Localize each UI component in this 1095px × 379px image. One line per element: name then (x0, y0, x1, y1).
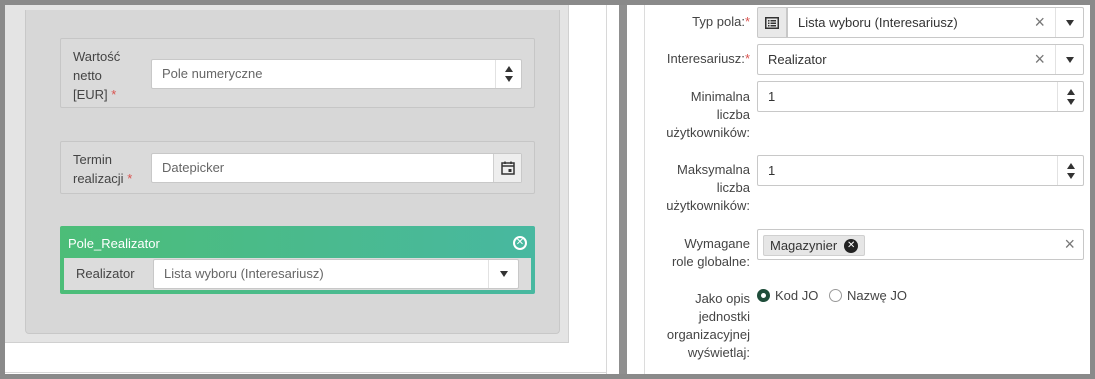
spinner-up-icon[interactable] (1066, 88, 1075, 95)
calendar-icon (500, 161, 515, 175)
radio-checked-icon[interactable] (757, 289, 770, 302)
stakeholder-select[interactable]: Realizator × (757, 44, 1084, 75)
realizator-card-body: Realizator Lista wyboru (Interesariusz) (64, 258, 531, 290)
chevron-down-icon (1065, 56, 1074, 63)
radio-nazwe-jo-label: Nazwę JO (847, 288, 907, 303)
role-tag: Magazynier ✕ (763, 235, 866, 256)
number-spinner[interactable] (1057, 156, 1083, 185)
realizator-card-title: Pole_Realizator (68, 236, 160, 251)
field-type-label: Typ pola:* (692, 14, 750, 29)
chevron-down-icon (499, 271, 508, 277)
radio-unchecked-icon[interactable] (829, 289, 842, 302)
role-tag-label: Magazynier (770, 238, 838, 253)
number-spinner[interactable] (495, 60, 521, 88)
remove-tag-icon[interactable]: ✕ (844, 238, 859, 253)
net-value-field-box: Wartość netto [EUR] * Pole numeryczne (60, 38, 535, 108)
field-type-icon-button[interactable] (757, 7, 787, 38)
radio-kod-jo[interactable]: Kod JO (757, 288, 818, 303)
spinner-down-icon[interactable] (1066, 172, 1075, 179)
stakeholder-value: Realizator (768, 52, 827, 67)
list-icon (765, 16, 779, 29)
net-value-label: Wartość netto [EUR] * (73, 49, 121, 102)
spinner-up-icon[interactable] (504, 66, 513, 72)
field-type-dropdown-toggle[interactable] (1055, 8, 1083, 37)
clear-icon[interactable]: × (1034, 8, 1045, 37)
deadline-label: Termin realizacji * (73, 152, 133, 186)
spinner-down-icon[interactable] (504, 76, 513, 82)
spinner-down-icon[interactable] (1066, 98, 1075, 105)
realizator-field-card[interactable]: Pole_Realizator ✕ Realizator Lista wybor… (60, 226, 535, 294)
realizator-select[interactable]: Lista wyboru (Interesariusz) (153, 259, 519, 289)
spinner-up-icon[interactable] (1066, 162, 1075, 169)
divider-vertical (606, 5, 607, 374)
stakeholder-dropdown-toggle[interactable] (1055, 45, 1083, 74)
max-users-label: Maksymalna liczba użytkowników: (666, 162, 750, 213)
min-users-value: 1 (768, 89, 776, 104)
min-users-input[interactable]: 1 (757, 81, 1084, 112)
chevron-down-icon (1065, 19, 1074, 26)
net-value-placeholder: Pole numeryczne (162, 66, 263, 81)
global-roles-label: Wymagane role globalne: (671, 236, 750, 269)
realizator-label: Realizator (76, 266, 135, 281)
org-unit-desc-label: Jako opis jednostki organizacyjnej wyświ… (666, 291, 750, 360)
global-roles-multiselect[interactable]: Magazynier ✕ × (757, 229, 1084, 260)
remove-field-icon[interactable]: ✕ (513, 236, 527, 250)
net-value-input[interactable]: Pole numeryczne (151, 59, 522, 89)
realizator-select-value: Lista wyboru (Interesariusz) (164, 266, 324, 281)
radio-kod-jo-label: Kod JO (775, 288, 819, 303)
min-users-label: Minimalna liczba użytkowników: (666, 89, 750, 140)
max-users-value: 1 (768, 163, 776, 178)
deadline-field-box: Termin realizacji * Datepicker (60, 141, 535, 194)
deadline-input[interactable]: Datepicker (151, 153, 522, 183)
field-type-value: Lista wyboru (Interesariusz) (798, 15, 958, 30)
divider-bottom (5, 372, 606, 373)
field-type-select[interactable]: Lista wyboru (Interesariusz) × (787, 7, 1084, 38)
radio-nazwe-jo[interactable]: Nazwę JO (829, 288, 907, 303)
deadline-placeholder: Datepicker (162, 160, 225, 175)
calendar-button[interactable] (493, 154, 521, 182)
max-users-input[interactable]: 1 (757, 155, 1084, 186)
clear-icon[interactable]: × (1034, 45, 1045, 74)
clear-icon[interactable]: × (1064, 230, 1075, 259)
number-spinner[interactable] (1057, 82, 1083, 111)
panel-resize-handle[interactable] (619, 5, 627, 374)
stakeholder-label: Interesariusz:* (666, 51, 750, 66)
realizator-dropdown-toggle[interactable] (488, 260, 518, 288)
